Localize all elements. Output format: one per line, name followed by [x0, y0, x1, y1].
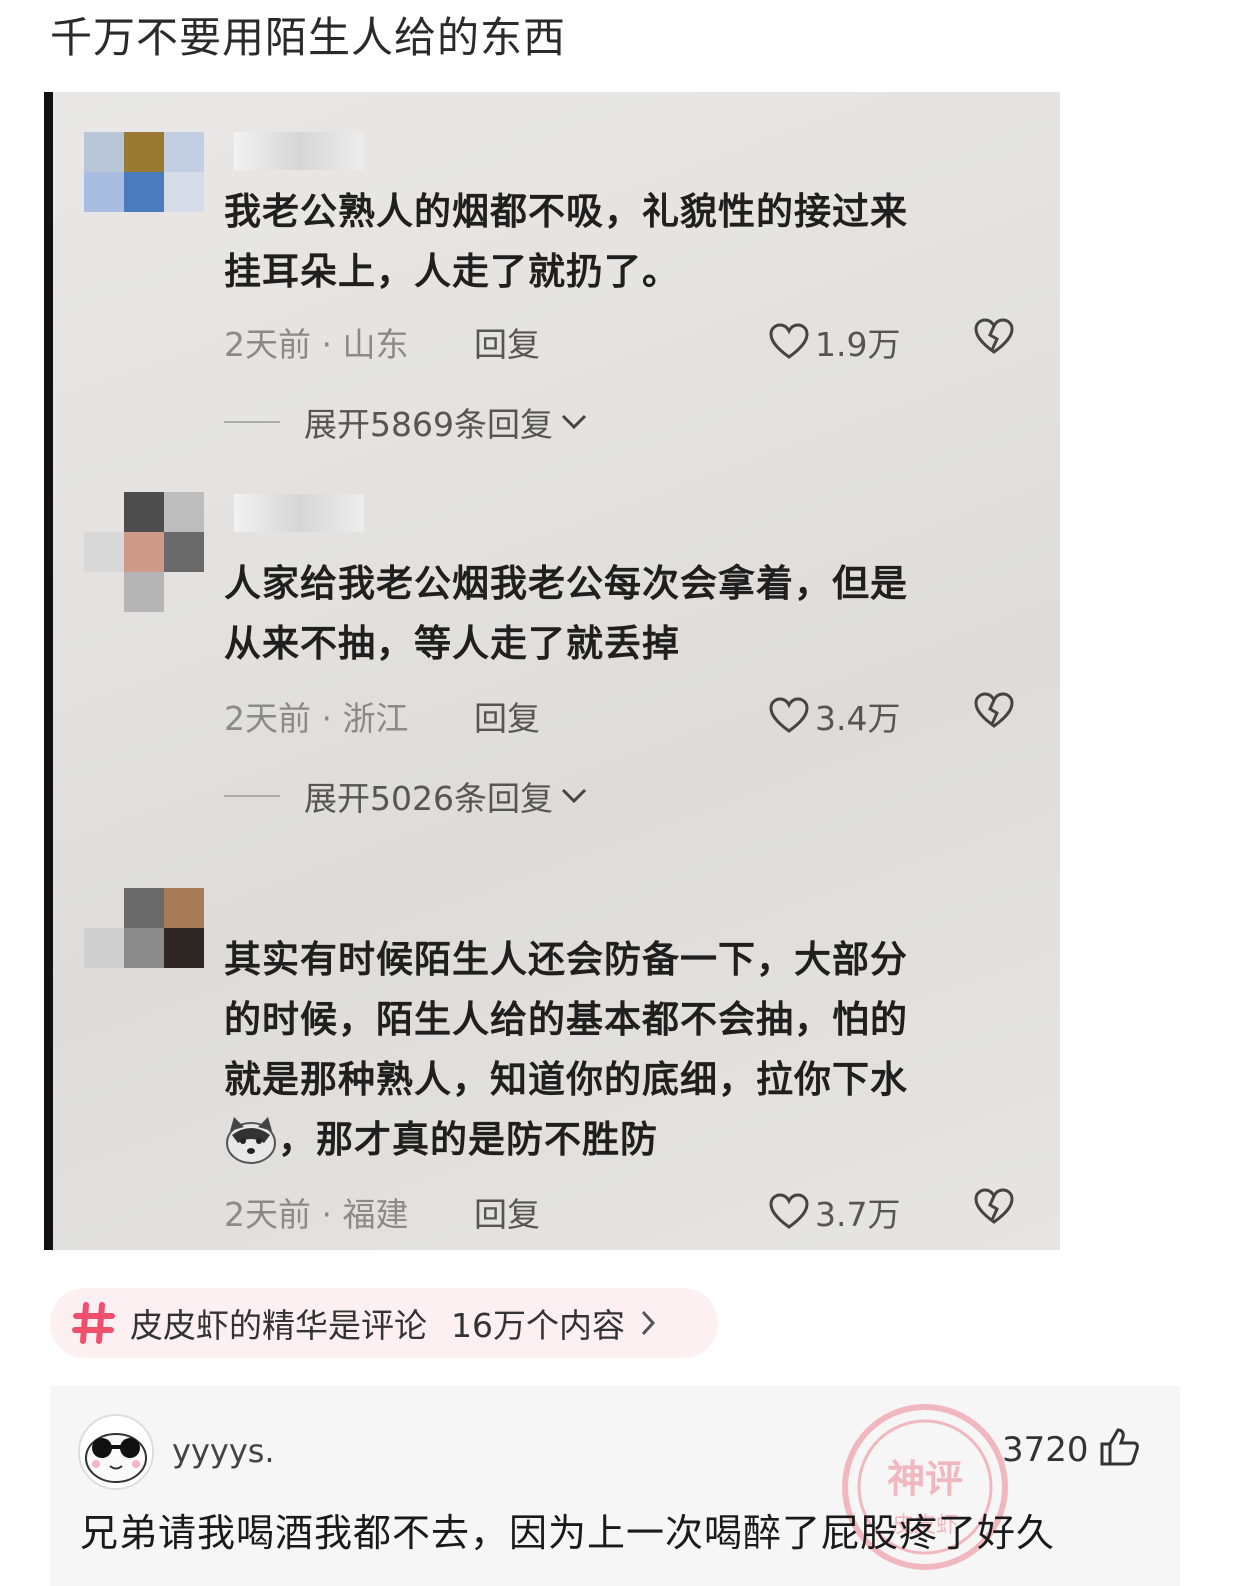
heart-icon	[769, 697, 809, 733]
time-location: 2天前 · 福建	[224, 1195, 409, 1234]
dog-emoji-icon	[226, 1117, 276, 1164]
broken-heart-icon	[974, 692, 1014, 728]
avatar[interactable]	[78, 1414, 154, 1490]
comment-meta: 2天前 · 浙江 回复 3.4万	[224, 692, 1024, 738]
chevron-down-icon	[561, 788, 587, 804]
chevron-right-icon	[641, 1310, 656, 1336]
vote-count: 3720	[1002, 1430, 1089, 1470]
comment-text: 兄弟请我喝酒我都不去，因为上一次喝醉了屁股疼了好久	[80, 1511, 1056, 1555]
avatar-blurred[interactable]	[84, 132, 204, 252]
avatar-blurred[interactable]	[84, 868, 204, 988]
comment-text: 我老公熟人的烟都不吸，礼貌性的接过来 挂耳朵上，人走了就扔了。	[224, 190, 908, 293]
comment-text: 人家给我老公烟我老公每次会拿着，但是 从来不抽，等人走了就丢掉	[224, 562, 908, 665]
heart-icon	[769, 1193, 809, 1229]
expand-replies[interactable]: 展开5026条回复	[224, 772, 589, 820]
reply-button[interactable]: 回复	[474, 318, 540, 366]
reply-button[interactable]: 回复	[474, 1188, 540, 1236]
username[interactable]: yyyys.	[172, 1432, 275, 1470]
dislike-button[interactable]	[974, 692, 1014, 738]
chevron-down-icon	[561, 414, 587, 430]
broken-heart-icon	[974, 318, 1014, 354]
embedded-screenshot[interactable]: 我老公熟人的烟都不吸，礼貌性的接过来 挂耳朵上，人走了就扔了。 2天前 · 山东…	[44, 92, 1060, 1250]
post-title: 千万不要用陌生人给的东西	[50, 13, 567, 62]
time-location: 2天前 · 浙江	[224, 699, 409, 738]
time-location: 2天前 · 山东	[224, 325, 409, 364]
comment-meta: 2天前 · 山东 回复 1.9万	[224, 318, 1024, 364]
username-blurred[interactable]	[234, 132, 364, 170]
reply-button[interactable]: 回复	[474, 692, 540, 740]
like-count: 3.4万	[815, 699, 901, 738]
image-edge-bar	[44, 92, 53, 1250]
hashtag-icon	[72, 1302, 115, 1344]
topic-label: 皮皮虾的精华是评论	[130, 1306, 427, 1345]
expand-replies[interactable]: 展开5869条回复	[224, 398, 589, 446]
dislike-button[interactable]	[974, 318, 1014, 364]
svg-text:神评: 神评	[887, 1457, 963, 1501]
dislike-button[interactable]	[974, 1188, 1014, 1234]
avatar-blurred[interactable]	[84, 492, 204, 612]
topic-tag[interactable]: 皮皮虾的精华是评论 16万个内容	[50, 1288, 718, 1358]
heart-icon	[769, 323, 809, 359]
like-button[interactable]: 1.9万	[769, 318, 900, 366]
like-button[interactable]: 3.7万	[769, 1188, 900, 1236]
like-count: 1.9万	[815, 325, 901, 364]
sunglasses-face-icon	[80, 1416, 152, 1488]
broken-heart-icon	[974, 1188, 1014, 1224]
like-count: 3.7万	[815, 1195, 901, 1234]
comment-meta: 2天前 · 福建 回复 3.7万	[224, 1188, 1024, 1234]
comment-text: 其实有时候陌生人还会防备一下，大部分 的时候，陌生人给的基本都不会抽，怕的 就是…	[224, 930, 1014, 1170]
thumbs-up-icon[interactable]	[1098, 1426, 1140, 1468]
like-button[interactable]: 3.4万	[769, 692, 900, 740]
username-blurred[interactable]	[234, 494, 364, 532]
featured-comment-card: yyyys. 神评 皮皮虾 3720 兄弟请我喝酒我都不去，因为上一次喝醉了屁股…	[50, 1386, 1180, 1586]
topic-count: 16万个内容	[451, 1306, 625, 1345]
